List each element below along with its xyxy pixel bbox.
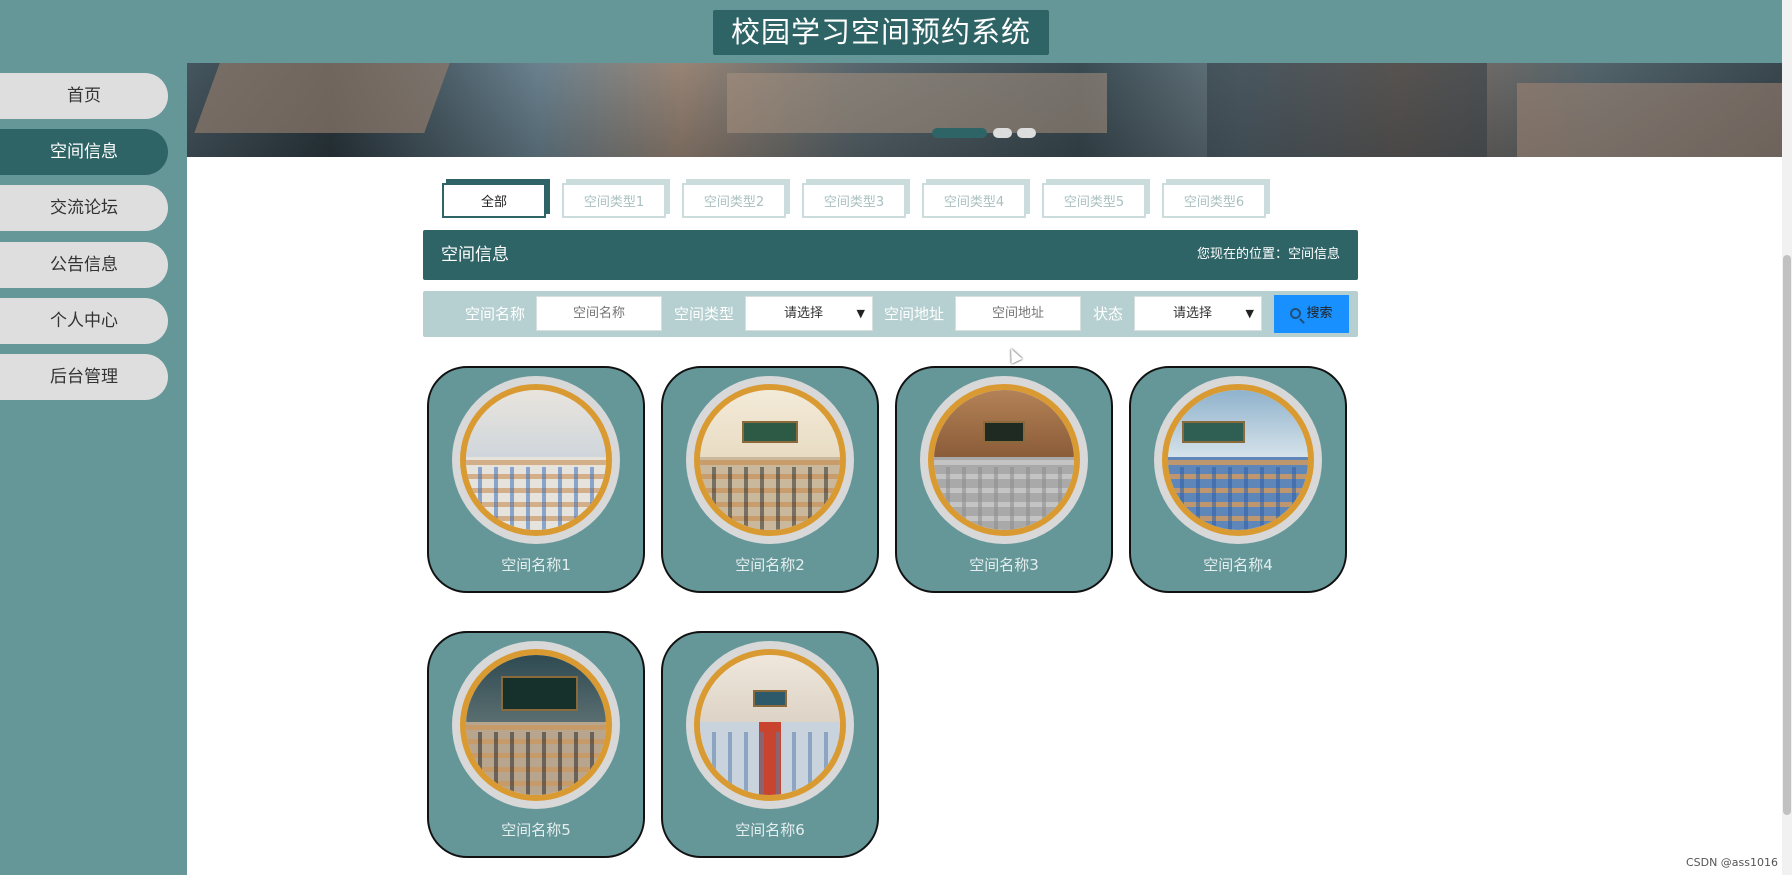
card-photo-classroom <box>460 649 612 801</box>
tab-space-type-2[interactable]: 空间类型2 <box>682 183 786 218</box>
carousel-dot-1[interactable] <box>932 128 987 138</box>
space-name-input[interactable] <box>536 296 662 331</box>
classroom-illustration <box>700 655 840 795</box>
space-card-1[interactable]: 空间名称1 <box>427 366 645 593</box>
tab-space-type-4[interactable]: 空间类型4 <box>922 183 1026 218</box>
search-button-label: 搜索 <box>1306 306 1333 321</box>
card-title: 空间名称2 <box>735 556 805 574</box>
card-image-ring <box>920 376 1088 544</box>
space-address-input[interactable] <box>955 296 1081 331</box>
card-title: 空间名称5 <box>501 821 571 839</box>
card-image-ring <box>1154 376 1322 544</box>
card-title: 空间名称6 <box>735 821 805 839</box>
page-scrollbar-thumb[interactable] <box>1783 255 1791 815</box>
banner-desk-shape <box>194 63 450 133</box>
search-button[interactable]: 搜索 <box>1274 295 1349 333</box>
card-title: 空间名称4 <box>1203 556 1273 574</box>
sidebar-nav: 首页 空间信息 交流论坛 公告信息 个人中心 后台管理 <box>0 63 187 875</box>
chevron-down-icon: ▼ <box>1245 307 1254 320</box>
card-photo-classroom <box>694 649 846 801</box>
tab-all[interactable]: 全部 <box>442 183 546 218</box>
site-title: 校园学习空间预约系统 <box>713 10 1049 55</box>
tab-space-type-3[interactable]: 空间类型3 <box>802 183 906 218</box>
tab-space-type-6[interactable]: 空间类型6 <box>1162 183 1266 218</box>
space-card-5[interactable]: 空间名称5 <box>427 631 645 858</box>
classroom-illustration <box>700 390 840 530</box>
sidebar-item-announcements[interactable]: 公告信息 <box>0 242 168 288</box>
breadcrumb: 您现在的位置：空间信息 <box>1196 247 1340 262</box>
space-card-2[interactable]: 空间名称2 <box>661 366 879 593</box>
carousel-dot-3[interactable] <box>1017 128 1036 138</box>
banner-desk-shape <box>727 73 1107 133</box>
card-photo-classroom <box>694 384 846 536</box>
banner-desk-shape <box>1517 83 1782 157</box>
tab-space-type-5[interactable]: 空间类型5 <box>1042 183 1146 218</box>
card-title: 空间名称3 <box>969 556 1039 574</box>
space-address-label: 空间地址 <box>884 305 945 323</box>
card-image-ring <box>686 376 854 544</box>
classroom-illustration <box>466 655 606 795</box>
space-type-select-value: 请选择 <box>784 306 824 321</box>
classroom-illustration <box>1168 390 1308 530</box>
space-card-6[interactable]: 空间名称6 <box>661 631 879 858</box>
section-header: 空间信息 您现在的位置：空间信息 <box>423 230 1358 280</box>
card-title: 空间名称1 <box>501 556 571 574</box>
card-image-ring <box>452 641 620 809</box>
card-image-ring <box>686 641 854 809</box>
watermark: CSDN @ass1016 <box>1685 856 1778 869</box>
sidebar-item-forum[interactable]: 交流论坛 <box>0 185 168 231</box>
sidebar-item-home[interactable]: 首页 <box>0 73 168 119</box>
status-select-value: 请选择 <box>1173 306 1213 321</box>
sidebar-item-admin[interactable]: 后台管理 <box>0 354 168 400</box>
card-photo-classroom <box>460 384 612 536</box>
card-photo-classroom <box>1162 384 1314 536</box>
section-title: 空间信息 <box>441 245 509 265</box>
status-select[interactable]: 请选择 ▼ <box>1134 296 1262 331</box>
space-card-3[interactable]: 空间名称3 <box>895 366 1113 593</box>
status-label: 状态 <box>1093 305 1124 323</box>
search-icon <box>1290 308 1302 319</box>
search-filter-bar: 空间名称 空间类型 请选择 ▼ 空间地址 状态 请选择 ▼ 搜索 <box>423 291 1358 337</box>
tab-space-type-1[interactable]: 空间类型1 <box>562 183 666 218</box>
sidebar-item-personal-center[interactable]: 个人中心 <box>0 298 168 344</box>
space-type-select[interactable]: 请选择 ▼ <box>745 296 873 331</box>
space-name-label: 空间名称 <box>465 305 526 323</box>
space-type-label: 空间类型 <box>674 305 735 323</box>
banner-shadow-shape <box>1207 63 1487 157</box>
classroom-illustration <box>934 390 1074 530</box>
classroom-illustration <box>466 390 606 530</box>
chevron-down-icon: ▼ <box>856 307 865 320</box>
carousel-dot-2[interactable] <box>993 128 1012 138</box>
card-photo-classroom <box>928 384 1080 536</box>
card-image-ring <box>452 376 620 544</box>
banner-carousel <box>187 63 1782 157</box>
mouse-cursor-icon <box>1005 346 1023 364</box>
sidebar-item-space-info[interactable]: 空间信息 <box>0 129 168 175</box>
top-header: 校园学习空间预约系统 <box>0 0 1782 64</box>
space-card-4[interactable]: 空间名称4 <box>1129 366 1347 593</box>
